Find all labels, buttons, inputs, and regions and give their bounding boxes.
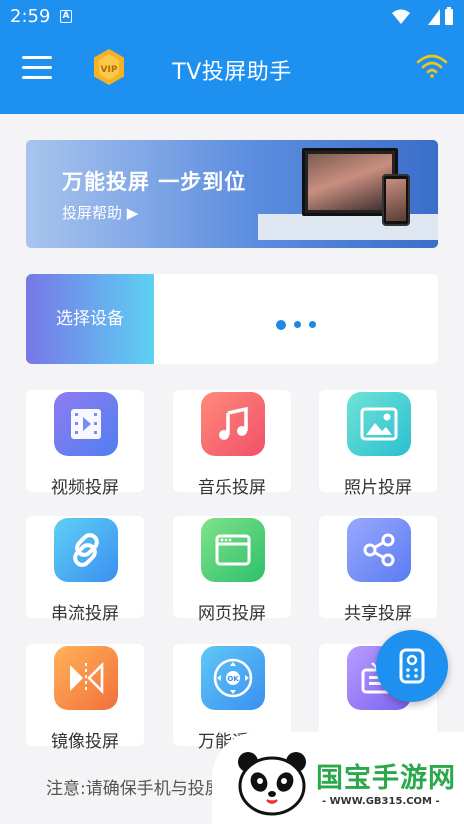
panda-logo-icon (238, 752, 306, 816)
promo-banner[interactable]: 万能投屏 一步到位 投屏帮助 ▶ (26, 140, 438, 248)
photo-icon (347, 392, 411, 456)
tile-photo-cast[interactable]: 照片投屏 (319, 390, 437, 498)
tile-label: 照片投屏 (344, 478, 412, 498)
remote-control-icon (399, 648, 425, 684)
tile-label: 视频投屏 (51, 478, 119, 498)
share-icon (347, 518, 411, 582)
app-bar: VIP TV投屏助手 (0, 34, 464, 114)
select-device-button[interactable]: 选择设备 (26, 274, 154, 364)
main-content: 万能投屏 一步到位 投屏帮助 ▶ 选择设备 视频投屏 音乐投屏 照片投屏 串流投… (0, 114, 464, 824)
tile-label: 串流投屏 (51, 604, 119, 624)
webpage-icon (201, 518, 265, 582)
tile-video-cast[interactable]: 视频投屏 (26, 390, 144, 498)
tile-label: 网页投屏 (198, 604, 266, 624)
system-status-icons (392, 7, 453, 25)
video-icon (54, 392, 118, 456)
banner-title: 万能投屏 一步到位 (62, 170, 247, 194)
tile-share-cast[interactable]: 共享投屏 (319, 516, 437, 624)
tv-cabinet-illustration (258, 214, 438, 240)
phone-illustration (382, 174, 410, 226)
remote-control-fab[interactable] (376, 630, 448, 702)
tile-stream-cast[interactable]: 串流投屏 (26, 516, 144, 624)
watermark-url: - WWW.GB315.COM - (322, 796, 440, 807)
remote-dpad-icon: OK (201, 646, 265, 710)
wifi-icon[interactable] (416, 52, 448, 78)
device-selector: 选择设备 (26, 274, 438, 364)
mirror-icon (54, 646, 118, 710)
link-icon (54, 518, 118, 582)
help-link[interactable]: 投屏帮助 ▶ (62, 202, 138, 223)
music-note-icon (201, 392, 265, 456)
app-title: TV投屏助手 (172, 60, 292, 85)
status-time: 2:59 (10, 6, 51, 27)
tile-label: 音乐投屏 (198, 478, 266, 498)
notification-icon: A (60, 10, 72, 23)
watermark: 国宝手游网 - WWW.GB315.COM - (212, 732, 464, 824)
tile-remote-control[interactable]: OK 万能遥控 (173, 644, 291, 752)
tile-label: 镜像投屏 (51, 732, 119, 752)
searching-indicator (276, 314, 324, 333)
tile-music-cast[interactable]: 音乐投屏 (173, 390, 291, 498)
tile-label: 共享投屏 (344, 604, 412, 624)
svg-text:OK: OK (227, 675, 239, 683)
status-bar: 2:59 A (0, 0, 464, 34)
tile-web-cast[interactable]: 网页投屏 (173, 516, 291, 624)
tile-mirror-cast[interactable]: 镜像投屏 (26, 644, 144, 752)
watermark-title: 国宝手游网 (316, 763, 456, 794)
